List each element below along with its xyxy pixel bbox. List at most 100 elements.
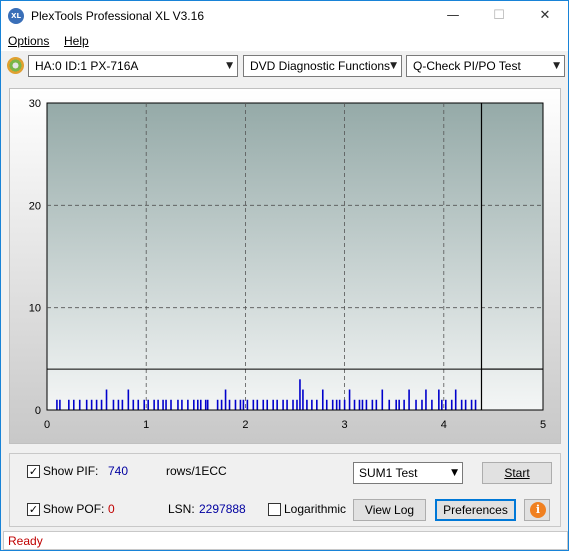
pif-bar [165, 399, 167, 410]
pif-bar [408, 389, 410, 410]
pif-bar [358, 399, 361, 410]
pif-bar [242, 399, 245, 410]
start-button-label: Start [504, 466, 530, 480]
menu-help[interactable]: Help [64, 34, 89, 48]
chevron-down-icon: ▼ [451, 468, 458, 478]
show-pif-checkbox[interactable]: ✓ [27, 465, 40, 478]
controls-panel: ✓ Show PIF: 740 rows/1ECC SUM1 Test ▼ St… [9, 453, 561, 527]
pif-bar [302, 389, 304, 410]
pif-bar [256, 399, 259, 410]
pif-bar [335, 399, 338, 410]
test-select-value: Q-Check PI/PO Test [413, 59, 521, 73]
pif-bar [181, 399, 183, 410]
sum-test-select[interactable]: SUM1 Test ▼ [353, 462, 463, 484]
show-pif-label: Show PIF: [43, 464, 99, 478]
pif-bar [121, 399, 124, 410]
pif-bar [239, 399, 242, 410]
minimize-button[interactable]: — [430, 1, 476, 31]
chevron-down-icon: ▼ [390, 61, 397, 71]
pif-bar [398, 399, 400, 410]
pif-bar [348, 389, 351, 410]
status-bar: Ready [3, 531, 568, 550]
pif-bar [450, 399, 453, 410]
pif-bar [454, 389, 457, 410]
function-select-value: DVD Diagnostic Functions [250, 59, 391, 73]
show-pof-label: Show POF: [43, 502, 105, 516]
chart-panel: 0 1 2 3 4 5 0 10 20 30 [9, 88, 561, 444]
pif-bar [206, 399, 209, 410]
x-tick-label: 5 [540, 419, 546, 431]
plot-area [46, 102, 544, 411]
pi-po-chart: 0 1 2 3 4 5 0 10 20 30 [29, 98, 546, 431]
pof-value: 0 [108, 502, 115, 516]
menu-options-label: Options [8, 34, 50, 48]
pif-bar [252, 399, 255, 410]
toolbar: HA:0 ID:1 PX-716A ▼ DVD Diagnostic Funct… [1, 52, 568, 80]
pif-bar [375, 399, 378, 410]
pif-bar [187, 399, 189, 410]
drive-select-value: HA:0 ID:1 PX-716A [35, 59, 139, 73]
pif-bar [381, 389, 384, 410]
pif-bar [441, 399, 443, 410]
pif-bar [143, 399, 146, 410]
pif-bar [100, 399, 103, 410]
menu-options[interactable]: Options [8, 34, 49, 48]
pif-bar [444, 399, 447, 410]
pif-value: 740 [108, 464, 129, 478]
pif-bar [68, 399, 70, 410]
pif-bar [95, 399, 98, 410]
logarithmic-checkbox[interactable] [268, 503, 281, 516]
pif-bar [299, 379, 301, 410]
test-select[interactable]: Q-Check PI/PO Test ▼ [406, 55, 565, 77]
main-window: XL PlexTools Professional XL V3.16 — ☐ ✕… [0, 0, 569, 551]
pif-bar [460, 399, 463, 410]
pif-bar [361, 399, 364, 410]
pif-bar [56, 399, 58, 410]
pif-bar [199, 399, 202, 410]
pif-bar [311, 399, 313, 410]
app-logo-icon: XL [8, 8, 24, 24]
logarithmic-label: Logarithmic [284, 502, 347, 516]
drive-select[interactable]: HA:0 ID:1 PX-716A ▼ [28, 55, 238, 77]
close-button[interactable]: ✕ [522, 1, 568, 31]
x-tick-label: 0 [44, 419, 50, 431]
maximize-button[interactable]: ☐ [476, 1, 522, 31]
pif-bar [246, 399, 249, 410]
menu-bar: Options Help [1, 31, 568, 51]
pif-bar [474, 399, 477, 410]
pif-bar [147, 399, 149, 410]
sum-test-value: SUM1 Test [359, 466, 418, 480]
pif-bar [196, 399, 199, 410]
pif-unit-label: rows/1ECC [166, 464, 227, 478]
pif-bar [78, 399, 81, 410]
pif-bar [415, 399, 417, 410]
start-button[interactable]: Start [482, 462, 552, 484]
pif-bar [365, 399, 368, 410]
status-text: Ready [8, 534, 43, 548]
preferences-button[interactable]: Preferences [435, 499, 516, 521]
pif-bar [177, 399, 179, 410]
pif-bar [425, 389, 427, 410]
show-pof-checkbox[interactable]: ✓ [27, 503, 40, 516]
function-select[interactable]: DVD Diagnostic Functions ▼ [243, 55, 402, 77]
pif-bar [286, 399, 288, 410]
pif-bar [85, 399, 88, 410]
pif-bar [464, 399, 467, 410]
pif-bar [90, 399, 93, 410]
pif-bar [321, 389, 324, 410]
pif-bar [296, 399, 298, 410]
view-log-button[interactable]: View Log [353, 499, 426, 521]
y-tick-label: 10 [29, 303, 41, 315]
pif-bar [338, 399, 341, 410]
pif-bar [228, 399, 231, 410]
pif-bar [343, 399, 346, 410]
x-tick-label: 1 [143, 419, 149, 431]
pif-bar [470, 399, 473, 410]
pif-bar [306, 399, 308, 410]
pif-bar [282, 399, 284, 410]
title-bar[interactable]: XL PlexTools Professional XL V3.16 — ☐ ✕ [1, 1, 568, 31]
x-tick-label: 4 [441, 419, 447, 431]
info-button[interactable]: i [524, 499, 550, 521]
x-tick-label: 2 [242, 419, 248, 431]
pif-bar [117, 399, 120, 410]
